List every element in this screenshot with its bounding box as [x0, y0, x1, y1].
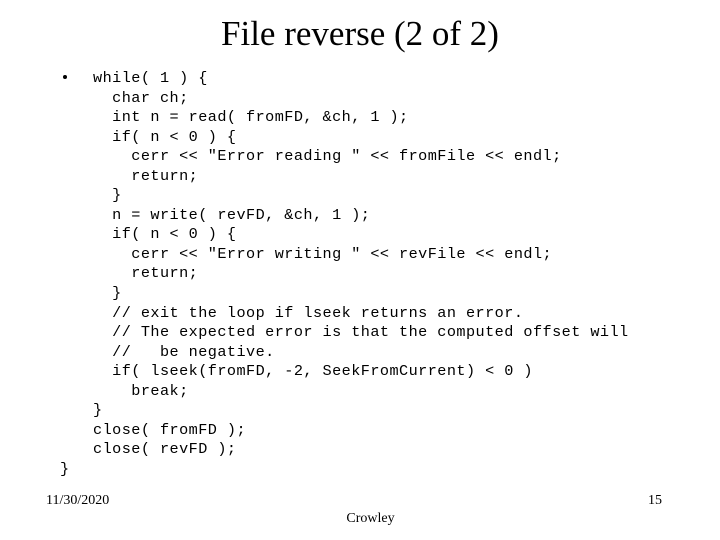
slide-footer: 11/30/2020 Crowley OS Chap. 3 15 [0, 492, 720, 526]
slide: File reverse (2 of 2) while( 1 ) { char … [0, 0, 720, 540]
footer-author: Crowley [346, 511, 395, 526]
code-block: while( 1 ) { char ch; int n = read( from… [93, 69, 629, 459]
slide-body: while( 1 ) { char ch; int n = read( from… [60, 69, 710, 479]
bullet-list-item: while( 1 ) { char ch; int n = read( from… [60, 69, 710, 460]
code-closing-brace: } [60, 459, 70, 478]
footer-page-number: 15 [648, 493, 662, 508]
bullet-dot-icon [63, 75, 67, 79]
page-title: File reverse (2 of 2) [221, 14, 499, 53]
